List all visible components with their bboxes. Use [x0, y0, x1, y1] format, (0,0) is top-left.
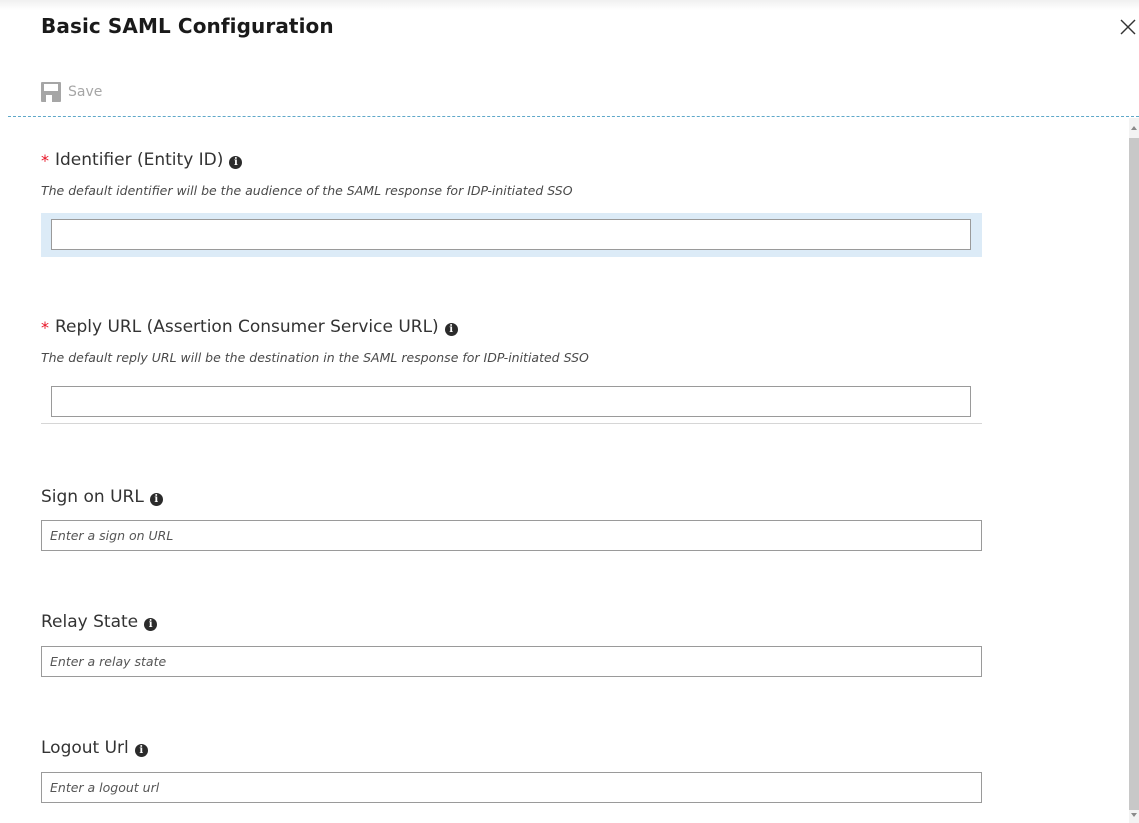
save-label: Save	[68, 84, 103, 100]
floppy-disk-icon	[41, 82, 61, 102]
sign-on-url-label-row: Sign on URL i	[41, 487, 163, 507]
scrollbar-thumb[interactable]	[1129, 138, 1139, 810]
close-icon	[1120, 19, 1136, 35]
reply-url-input[interactable]	[51, 386, 971, 417]
info-icon[interactable]: i	[144, 617, 158, 631]
top-shade	[0, 0, 1139, 10]
logout-url-input[interactable]	[41, 772, 982, 803]
sign-on-url-label: Sign on URL	[41, 487, 144, 507]
reply-url-label: Reply URL (Assertion Consumer Service UR…	[55, 317, 439, 337]
panel-title: Basic SAML Configuration	[41, 14, 334, 38]
info-icon[interactable]: i	[229, 155, 243, 169]
section-separator	[41, 423, 982, 424]
reply-url-description: The default reply URL will be the destin…	[41, 350, 589, 365]
logout-url-label: Logout Url	[41, 738, 129, 758]
scroll-down-arrow-icon[interactable]	[1131, 813, 1137, 817]
scroll-up-arrow-icon[interactable]	[1131, 126, 1137, 130]
saml-config-panel: Basic SAML Configuration Save * Identifi…	[0, 0, 1139, 823]
relay-state-label-row: Relay State i	[41, 612, 158, 632]
identifier-label-row: * Identifier (Entity ID) i	[41, 150, 243, 170]
save-button[interactable]: Save	[40, 80, 102, 104]
identifier-input[interactable]	[51, 219, 971, 250]
info-icon[interactable]: i	[134, 743, 148, 757]
close-button[interactable]	[1117, 16, 1139, 38]
info-icon[interactable]: i	[149, 492, 163, 506]
info-icon[interactable]: i	[444, 322, 458, 336]
logout-url-label-row: Logout Url i	[41, 738, 148, 758]
required-marker: *	[41, 317, 49, 337]
required-marker: *	[41, 150, 49, 170]
relay-state-input[interactable]	[41, 646, 982, 677]
reply-url-label-row: * Reply URL (Assertion Consumer Service …	[41, 317, 458, 337]
sign-on-url-input[interactable]	[41, 520, 982, 551]
relay-state-label: Relay State	[41, 612, 139, 632]
toolbar-divider	[8, 116, 1139, 117]
identifier-label: Identifier (Entity ID)	[55, 150, 224, 170]
identifier-description: The default identifier will be the audie…	[41, 183, 573, 198]
